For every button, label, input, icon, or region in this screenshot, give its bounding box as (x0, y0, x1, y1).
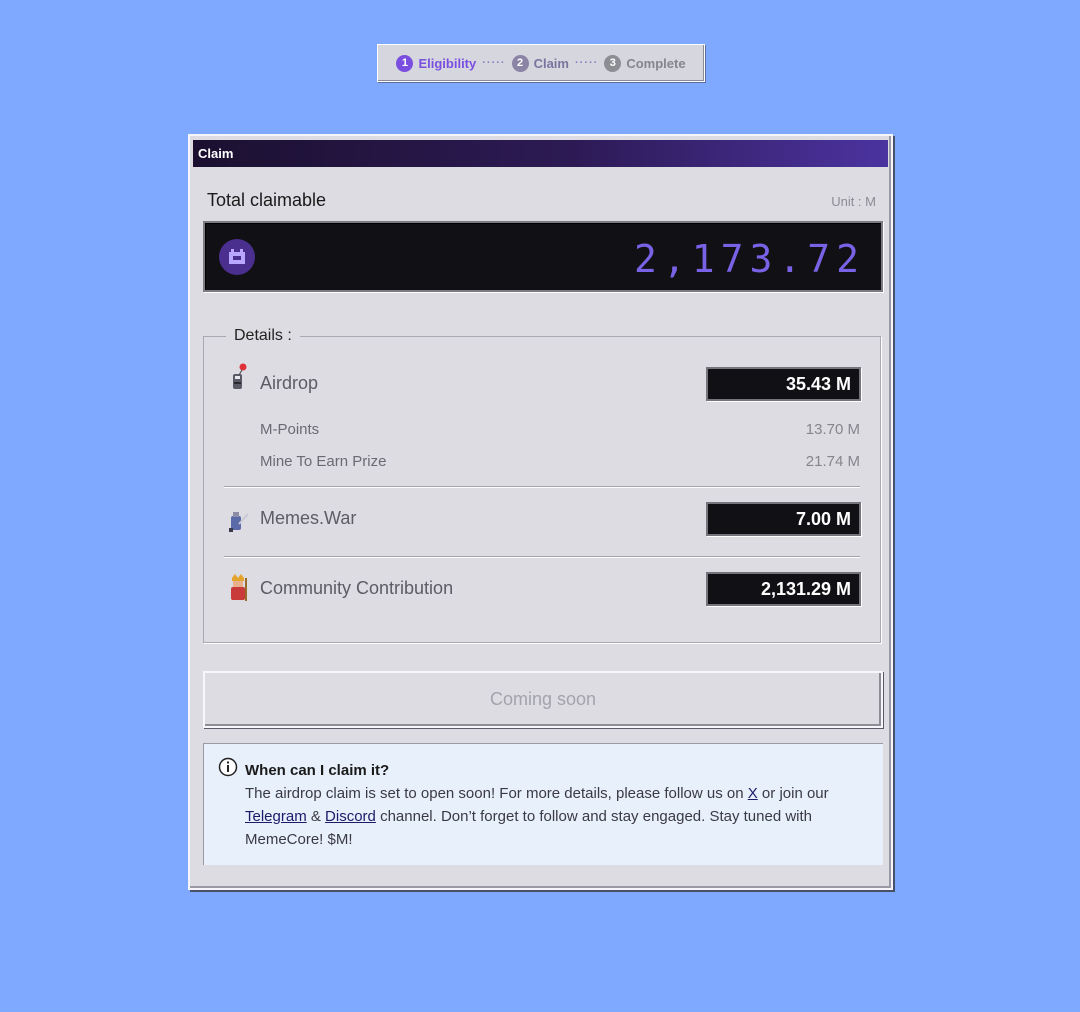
community-contribution-title: Community Contribution (260, 578, 454, 598)
community-contribution-value: 2,131.29 M (706, 572, 861, 606)
m-points-value: 13.70 M (805, 421, 860, 438)
step-separator: ····· (574, 57, 599, 69)
info-text-part: The airdrop claim is set to open soon! F… (245, 785, 748, 802)
divider (224, 556, 860, 558)
rocket-character-icon (233, 363, 247, 389)
airdrop-title: Airdrop (260, 373, 319, 393)
claim-window: Claim Total claimable Unit : M 2,173.72 … (188, 134, 893, 890)
discord-link[interactable]: Discord (325, 808, 376, 825)
mine-to-earn-label: Mine To Earn Prize (260, 453, 387, 470)
step-label: Complete (626, 55, 686, 71)
step-number: 1 (396, 54, 414, 72)
divider (224, 486, 860, 488)
total-claimable-display: 2,173.72 (203, 221, 883, 292)
progress-stepper: 1 Eligibility ····· 2 Claim ····· 3 Comp… (377, 44, 705, 82)
unit-label: Unit : M (831, 194, 876, 209)
step-eligibility: 1 Eligibility (396, 54, 477, 72)
step-number: 3 (604, 54, 622, 72)
step-complete: 3 Complete (604, 54, 686, 72)
info-title: When can I claim it? (245, 762, 390, 779)
step-label: Eligibility (418, 55, 477, 71)
step-number: 2 (511, 54, 529, 72)
mine-to-earn-value: 21.74 M (805, 453, 860, 470)
info-text-part: & (306, 808, 326, 825)
memes-war-value: 7.00 M (706, 502, 861, 536)
info-icon (218, 757, 238, 777)
warrior-character-icon (229, 512, 249, 532)
king-character-icon (231, 574, 247, 601)
coming-soon-button[interactable]: Coming soon (203, 671, 883, 728)
total-claimable-value: 2,173.72 (633, 237, 865, 281)
total-claimable-label: Total claimable (207, 190, 327, 210)
x-link[interactable]: X (748, 785, 758, 802)
step-label: Claim (533, 55, 569, 71)
details-legend: Details : (226, 327, 300, 345)
telegram-link[interactable]: Telegram (245, 808, 307, 825)
token-coin-icon (219, 239, 255, 275)
info-box: When can I claim it? The airdrop claim i… (203, 743, 883, 865)
info-text-part: or join our (757, 785, 829, 802)
memes-war-title: Memes.War (260, 508, 357, 528)
airdrop-value: 35.43 M (706, 367, 861, 401)
step-claim: 2 Claim (511, 54, 569, 72)
info-text: The airdrop claim is set to open soon! F… (245, 782, 870, 851)
step-separator: ····· (482, 57, 506, 69)
details-group: Details : Airdrop 35.43 M M-Points 13.70… (203, 327, 881, 643)
m-points-label: M-Points (260, 421, 320, 438)
window-title: Claim (193, 140, 888, 167)
